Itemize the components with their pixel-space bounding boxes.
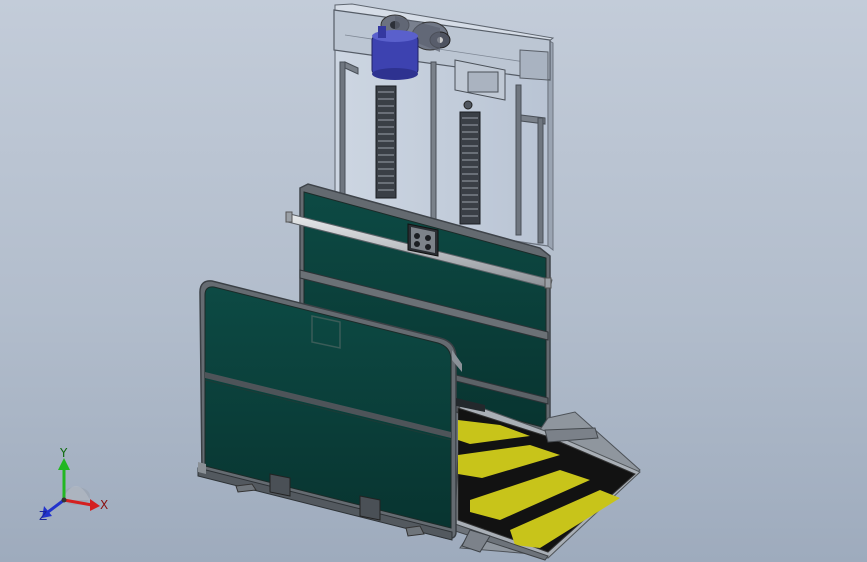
lift-chain-right [459, 100, 481, 225]
control-box[interactable] [407, 223, 439, 257]
lift-chain-left [375, 85, 397, 199]
z-axis-label: Z [39, 509, 47, 523]
y-axis-label: Y [59, 446, 68, 460]
motor [371, 26, 419, 80]
axis-triad[interactable]: Y X Z [39, 446, 108, 523]
z-axis-arrow: Z [39, 498, 65, 523]
lift-platform-model[interactable]: Y X Z [0, 0, 867, 562]
x-axis-label: X [100, 498, 108, 512]
cad-viewport[interactable]: Y X Z [0, 0, 867, 562]
